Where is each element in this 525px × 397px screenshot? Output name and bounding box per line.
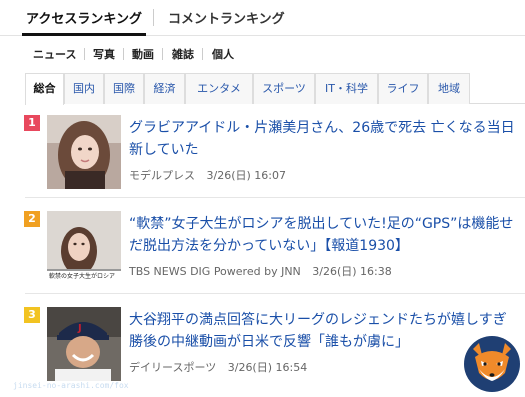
category-photo[interactable]: 写真 (93, 46, 115, 62)
article-time: 3/26(日) 16:38 (312, 265, 392, 278)
genre-tabs: 総合 国内 国際 経済 エンタメ スポーツ IT・科学 ライフ 地域 (25, 73, 525, 105)
tab-life[interactable]: ライフ (378, 73, 428, 104)
article-time: 3/26(日) 16:07 (206, 169, 286, 182)
article-thumbnail[interactable] (47, 115, 121, 189)
category-separator (84, 48, 85, 60)
divider (25, 293, 525, 294)
tab-access-ranking[interactable]: アクセスランキング (22, 8, 146, 36)
rank-badge: 3 (24, 307, 40, 323)
ranking-item[interactable]: 1 グラビアアイドル・片瀬美月さん、26歳で死去 亡くなる当日 新していた モデ… (0, 115, 525, 207)
tab-it-science[interactable]: IT・科学 (315, 73, 378, 104)
watermark-text: jinsei-no-arashi.com/fox (13, 381, 129, 390)
article-meta: モデルプレス 3/26(日) 16:07 (129, 167, 286, 183)
article-title-line: だ脱出方法を分かっていない」【報道1930】 (129, 238, 409, 254)
article-title-link[interactable]: グラビアアイドル・片瀬美月さん、26歳で死去 亡くなる当日 新していた (129, 117, 525, 161)
article-title-line: グラビアアイドル・片瀬美月さん、26歳で死去 亡くなる当日 (129, 120, 515, 136)
tab-entertainment[interactable]: エンタメ (185, 73, 253, 104)
fox-mascot-logo (463, 335, 521, 393)
article-title-line: 大谷翔平の満点回答に大リーグのレジェンドたちが嬉しすぎ (129, 312, 507, 328)
article-title-line: 新していた (129, 142, 199, 158)
category-magazine[interactable]: 雑誌 (172, 46, 194, 62)
article-title-link[interactable]: “軟禁”女子大生がロシアを脱出していた!足の“GPS”は機能せ だ脱出方法を分か… (129, 213, 525, 257)
category-separator (123, 48, 124, 60)
article-time: 3/26(日) 16:54 (227, 361, 308, 374)
ranking-tabs: アクセスランキング コメントランキング (0, 0, 525, 36)
ranking-item[interactable]: 2 軟禁の女子大生がロシア “軟禁”女子大生がロシアを脱出していた!足の“GPS… (0, 211, 525, 303)
category-individual[interactable]: 個人 (212, 46, 234, 62)
article-source: モデルプレス (129, 169, 195, 182)
rank-badge: 1 (24, 115, 40, 131)
article-source: デイリースポーツ (129, 361, 217, 374)
tab-overall[interactable]: 総合 (25, 73, 64, 105)
tab-international[interactable]: 国際 (104, 73, 144, 104)
article-source: TBS NEWS DIG Powered by JNN (129, 265, 301, 278)
category-nav: ニュース 写真 動画 雑誌 個人 (0, 36, 525, 72)
category-news[interactable]: ニュース (33, 46, 76, 62)
category-separator (162, 48, 163, 60)
article-meta: デイリースポーツ 3/26(日) 16:54 (129, 359, 307, 375)
article-thumbnail[interactable]: 軟禁の女子大生がロシア (47, 211, 121, 285)
category-video[interactable]: 動画 (132, 46, 154, 62)
article-title-line: “軟禁”女子大生がロシアを脱出していた!足の“GPS”は機能せ (129, 216, 514, 232)
article-meta: TBS NEWS DIG Powered by JNN 3/26(日) 16:3… (129, 263, 392, 279)
tab-domestic[interactable]: 国内 (64, 73, 104, 104)
divider (25, 197, 525, 198)
tab-economy[interactable]: 経済 (144, 73, 185, 104)
svg-text:J: J (77, 323, 82, 334)
thumbnail-caption: 軟禁の女子大生がロシア (49, 273, 116, 280)
tab-local[interactable]: 地域 (428, 73, 470, 104)
tab-separator (153, 9, 154, 26)
tab-sports[interactable]: スポーツ (253, 73, 315, 104)
category-separator (202, 48, 203, 60)
article-thumbnail[interactable]: J (47, 307, 121, 381)
rank-badge: 2 (24, 211, 40, 227)
tab-comment-ranking[interactable]: コメントランキング (168, 8, 285, 27)
